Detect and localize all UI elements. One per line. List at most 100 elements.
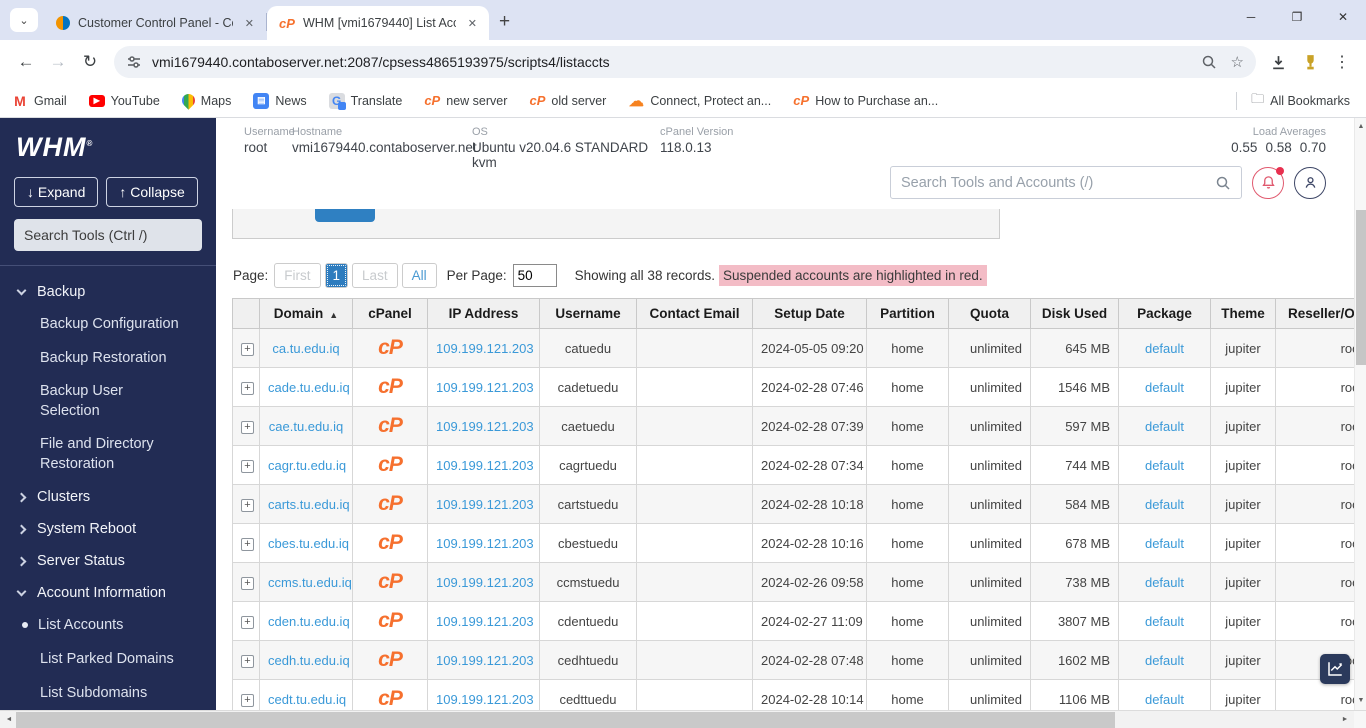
last-page-button[interactable]: Last <box>352 263 398 288</box>
expand-row-icon[interactable]: + <box>241 577 254 590</box>
cpanel-logo-icon[interactable]: cP <box>378 687 402 710</box>
column-package[interactable]: Package <box>1119 299 1211 329</box>
whm-logo[interactable]: WHM® <box>0 130 216 173</box>
sidebar-item-backup-restoration[interactable]: Backup Restoration <box>0 342 196 376</box>
scroll-down-arrow[interactable]: ▼ <box>1355 694 1366 708</box>
user-account-button[interactable] <box>1294 167 1326 199</box>
column-reseller-owner[interactable]: Reseller/Owner <box>1276 299 1366 329</box>
current-page-button[interactable]: 1 <box>325 263 349 288</box>
search-submit-button[interactable] <box>315 209 375 222</box>
column-username[interactable]: Username <box>540 299 637 329</box>
zoom-page-icon[interactable] <box>1201 54 1217 70</box>
domain-link[interactable]: cedh.tu.edu.iq <box>268 653 350 668</box>
browser-menu-icon[interactable]: ⋮ <box>1334 52 1350 72</box>
reload-button[interactable]: ↻ <box>74 46 106 78</box>
vertical-scrollbar-thumb[interactable] <box>1356 210 1366 365</box>
tools-search-box[interactable] <box>890 166 1242 199</box>
package-link[interactable]: default <box>1145 653 1184 668</box>
bookmark-new-server[interactable]: cPnew server <box>424 93 507 109</box>
sidebar-section-server-status[interactable]: Server Status <box>0 545 216 577</box>
ip-address-link[interactable]: 109.199.121.203 <box>436 653 534 668</box>
all-pages-button[interactable]: All <box>402 263 437 288</box>
expand-row-icon[interactable]: + <box>241 655 254 668</box>
column-quota[interactable]: Quota <box>949 299 1031 329</box>
ip-address-link[interactable]: 109.199.121.203 <box>436 575 534 590</box>
package-link[interactable]: default <box>1145 536 1184 551</box>
ip-address-link[interactable]: 109.199.121.203 <box>436 497 534 512</box>
ip-address-link[interactable]: 109.199.121.203 <box>436 341 534 356</box>
column-setup-date[interactable]: Setup Date <box>753 299 867 329</box>
cpanel-logo-icon[interactable]: cP <box>378 453 402 476</box>
all-bookmarks-button[interactable]: 🗀All Bookmarks <box>1251 90 1350 112</box>
per-page-input[interactable] <box>513 264 557 287</box>
domain-link[interactable]: cbes.tu.edu.iq <box>268 536 349 551</box>
bookmark-news[interactable]: ▤News <box>253 93 306 109</box>
package-link[interactable]: default <box>1145 692 1184 707</box>
sidebar-section-account-information[interactable]: Account Information <box>0 577 216 609</box>
column-disk-used[interactable]: Disk Used <box>1031 299 1119 329</box>
tab-close-icon[interactable]: ✕ <box>241 15 258 32</box>
ip-address-link[interactable]: 109.199.121.203 <box>436 419 534 434</box>
column-contact-email[interactable]: Contact Email <box>637 299 753 329</box>
url-text[interactable]: vmi1679440.contaboserver.net:2087/cpsess… <box>152 54 1187 70</box>
sidebar-section-system-reboot[interactable]: System Reboot <box>0 513 216 545</box>
ip-address-link[interactable]: 109.199.121.203 <box>436 614 534 629</box>
bookmark-cloudflare[interactable]: ☁Connect, Protect an... <box>628 93 771 109</box>
expand-row-icon[interactable]: + <box>241 499 254 512</box>
sidebar-item-list-subdomains[interactable]: List Subdomains <box>0 677 196 711</box>
scroll-up-arrow[interactable]: ▲ <box>1355 120 1366 134</box>
tab-close-icon[interactable]: ✕ <box>464 15 481 32</box>
bookmark-maps[interactable]: Maps <box>182 94 232 108</box>
expand-row-icon[interactable]: + <box>241 460 254 473</box>
browser-tab-whm[interactable]: cP WHM [vmi1679440] List Accoun ✕ <box>267 6 489 40</box>
package-link[interactable]: default <box>1145 497 1184 512</box>
domain-link[interactable]: cden.tu.edu.iq <box>268 614 350 629</box>
domain-link[interactable]: cade.tu.edu.iq <box>268 380 350 395</box>
horizontal-scrollbar-thumb[interactable] <box>16 712 1115 728</box>
expand-row-icon[interactable]: + <box>241 382 254 395</box>
column-domain[interactable]: Domain▲ <box>260 299 353 329</box>
package-link[interactable]: default <box>1145 380 1184 395</box>
domain-link[interactable]: ca.tu.edu.iq <box>272 341 339 356</box>
new-tab-button[interactable]: + <box>499 11 510 33</box>
download-icon[interactable] <box>1270 54 1287 71</box>
window-maximize-button[interactable]: ❐ <box>1274 0 1320 34</box>
back-button[interactable]: ← <box>10 46 42 78</box>
collapse-all-button[interactable]: ↑ Collapse <box>106 177 197 207</box>
expand-row-icon[interactable]: + <box>241 421 254 434</box>
cpanel-logo-icon[interactable]: cP <box>378 492 402 515</box>
expand-row-icon[interactable]: + <box>241 616 254 629</box>
bookmark-star-icon[interactable]: ☆ <box>1231 53 1244 71</box>
analytics-fab-button[interactable] <box>1320 654 1350 684</box>
sidebar-item-backup-user-selection[interactable]: Backup User Selection <box>0 375 165 428</box>
expand-row-icon[interactable]: + <box>241 694 254 707</box>
ip-address-link[interactable]: 109.199.121.203 <box>436 536 534 551</box>
horizontal-scrollbar[interactable]: ◄ ► <box>0 710 1366 728</box>
tools-search-input[interactable] <box>901 175 1215 191</box>
tab-list-chevron-button[interactable]: ⌄ <box>10 8 38 32</box>
expand-all-button[interactable]: ↓ Expand <box>14 177 98 207</box>
column-ip-address[interactable]: IP Address <box>428 299 540 329</box>
address-bar[interactable]: vmi1679440.contaboserver.net:2087/cpsess… <box>114 46 1256 78</box>
notifications-button[interactable] <box>1252 167 1284 199</box>
cpanel-logo-icon[interactable]: cP <box>378 375 402 398</box>
site-settings-icon[interactable] <box>126 54 142 70</box>
window-close-button[interactable]: ✕ <box>1320 0 1366 34</box>
extension-trophy-icon[interactable] <box>1303 54 1318 71</box>
scroll-left-arrow[interactable]: ◄ <box>2 711 16 728</box>
sidebar-item-backup-configuration[interactable]: Backup Configuration <box>0 308 196 342</box>
cpanel-logo-icon[interactable]: cP <box>378 531 402 554</box>
cpanel-logo-icon[interactable]: cP <box>378 648 402 671</box>
bookmark-gmail[interactable]: MGmail <box>12 93 67 109</box>
sidebar-section-clusters[interactable]: Clusters <box>0 481 216 513</box>
cpanel-logo-icon[interactable]: cP <box>378 336 402 359</box>
column-cpanel[interactable]: cPanel <box>353 299 428 329</box>
domain-link[interactable]: cagr.tu.edu.iq <box>268 458 346 473</box>
cpanel-logo-icon[interactable]: cP <box>378 414 402 437</box>
expand-row-icon[interactable]: + <box>241 538 254 551</box>
cpanel-logo-icon[interactable]: cP <box>378 609 402 632</box>
package-link[interactable]: default <box>1145 341 1184 356</box>
first-page-button[interactable]: First <box>274 263 320 288</box>
cpanel-logo-icon[interactable]: cP <box>378 570 402 593</box>
window-minimize-button[interactable]: ─ <box>1228 0 1274 34</box>
